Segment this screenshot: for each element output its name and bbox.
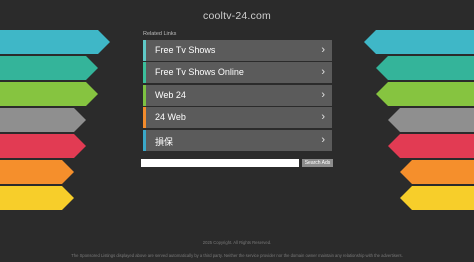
- arrow-left-icon: [388, 108, 474, 132]
- search-input[interactable]: [141, 159, 299, 167]
- related-link-label: Free Tv Shows: [155, 45, 216, 55]
- related-link-label: 損保: [155, 136, 174, 147]
- related-link-24-web[interactable]: 24 Web ›: [143, 107, 332, 129]
- arrow-left-icon: [364, 30, 474, 54]
- chevron-right-icon: ›: [321, 133, 325, 146]
- search-bar: Search Ads: [141, 159, 333, 167]
- arrow-right-icon: [0, 134, 86, 158]
- related-links-label: Related Links: [143, 31, 177, 37]
- disclaimer-text: The Sponsored Listings displayed above a…: [71, 253, 403, 258]
- arrow-left-icon: [400, 160, 474, 184]
- chevron-right-icon: ›: [321, 66, 325, 79]
- chevron-right-icon: ›: [321, 88, 325, 101]
- related-link-free-tv-shows[interactable]: Free Tv Shows ›: [143, 40, 332, 61]
- arrow-right-icon: [0, 160, 74, 184]
- arrow-right-icon: [0, 82, 98, 106]
- search-ads-button[interactable]: Search Ads: [302, 159, 333, 167]
- related-link-label: Web 24: [155, 89, 186, 100]
- related-link-free-tv-shows-online[interactable]: Free Tv Shows Online ›: [143, 62, 332, 84]
- chevron-right-icon: ›: [321, 111, 325, 124]
- arrow-right-icon: [0, 30, 110, 54]
- arrow-left-icon: [400, 186, 474, 210]
- chevron-right-icon: ›: [321, 44, 325, 56]
- arrow-right-icon: [0, 108, 86, 132]
- arrow-left-icon: [388, 134, 474, 158]
- copyright-text: 2025 Copyright. All Rights Reserved.: [202, 240, 272, 245]
- arrow-left-icon: [376, 82, 474, 106]
- related-link-sonpo[interactable]: 損保 ›: [143, 129, 332, 151]
- site-title: cooltv-24.com: [203, 10, 271, 22]
- related-link-web-24[interactable]: Web 24 ›: [143, 84, 332, 106]
- related-link-label: Free Tv Shows Online: [155, 67, 244, 78]
- related-link-label: 24 Web: [155, 112, 186, 123]
- arrow-right-icon: [0, 56, 98, 80]
- related-links-list: Free Tv Shows › Free Tv Shows Online › W…: [143, 40, 332, 152]
- arrow-right-icon: [0, 186, 74, 210]
- arrow-left-icon: [376, 56, 474, 80]
